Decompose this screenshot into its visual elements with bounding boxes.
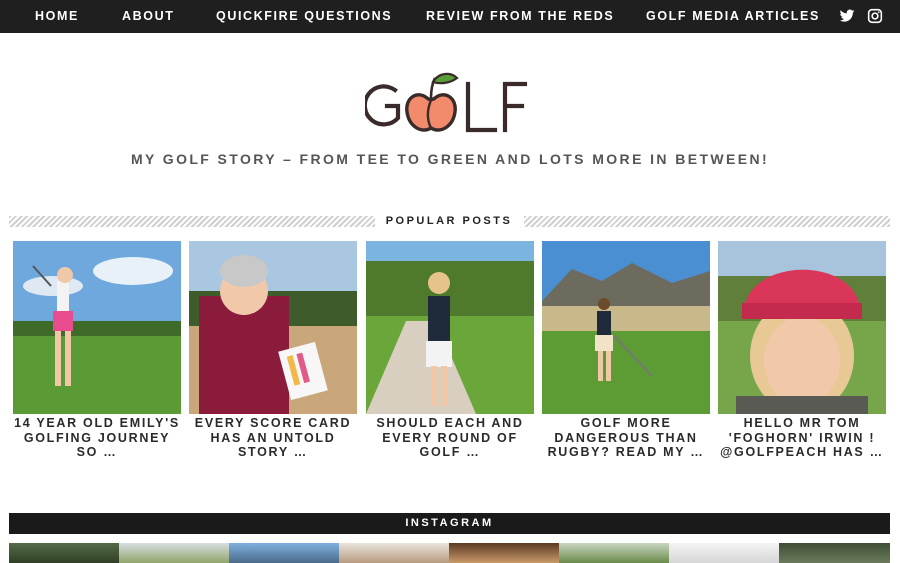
- instagram-heading: INSTAGRAM: [9, 513, 890, 534]
- post-title[interactable]: EVERY SCORE CARD HAS AN UNTOLD STORY …: [189, 416, 357, 460]
- nav-home[interactable]: HOME: [35, 0, 79, 33]
- popular-post-card[interactable]: SHOULD EACH AND EVERY ROUND OF GOLF …: [366, 241, 534, 460]
- post-thumbnail-score-card[interactable]: [189, 241, 357, 414]
- popular-posts-heading: POPULAR POSTS: [385, 215, 513, 227]
- top-navigation: HOME ABOUT QUICKFIRE QUESTIONS REVIEW FR…: [0, 0, 900, 33]
- instagram-photo[interactable]: [9, 543, 119, 563]
- instagram-photo[interactable]: [779, 543, 890, 563]
- nav-golf-media-articles[interactable]: GOLF MEDIA ARTICLES: [646, 0, 820, 33]
- instagram-icon[interactable]: [867, 8, 883, 24]
- post-title[interactable]: SHOULD EACH AND EVERY ROUND OF GOLF …: [366, 416, 534, 460]
- instagram-photo[interactable]: [229, 543, 339, 563]
- golf-peach-logo[interactable]: [365, 70, 535, 138]
- site-tagline: MY GOLF STORY – FROM TEE TO GREEN AND LO…: [130, 151, 770, 167]
- divider-stripe-right: [524, 216, 890, 227]
- post-thumbnail-red-beanie-selfie[interactable]: [718, 241, 886, 414]
- popular-post-card[interactable]: 14 YEAR OLD EMILY'S GOLFING JOURNEY SO …: [13, 241, 181, 460]
- instagram-photo[interactable]: [449, 543, 559, 563]
- instagram-photo[interactable]: [669, 543, 779, 563]
- post-title[interactable]: GOLF MORE DANGEROUS THAN RUGBY? READ MY …: [542, 416, 710, 460]
- instagram-photo[interactable]: [339, 543, 449, 563]
- popular-post-card[interactable]: GOLF MORE DANGEROUS THAN RUGBY? READ MY …: [542, 241, 710, 460]
- post-thumbnail-mountain-course[interactable]: [542, 241, 710, 414]
- post-title[interactable]: HELLO MR TOM 'FOGHORN' IRWIN ! @GOLFPEAC…: [718, 416, 886, 460]
- post-thumbnail-golf-path[interactable]: [366, 241, 534, 414]
- twitter-icon[interactable]: [839, 8, 855, 24]
- nav-review-from-the-reds[interactable]: REVIEW FROM THE REDS: [426, 0, 614, 33]
- popular-post-card[interactable]: EVERY SCORE CARD HAS AN UNTOLD STORY …: [189, 241, 357, 460]
- nav-quickfire-questions[interactable]: QUICKFIRE QUESTIONS: [216, 0, 392, 33]
- nav-about[interactable]: ABOUT: [122, 0, 174, 33]
- post-thumbnail-girl-swinging[interactable]: [13, 241, 181, 414]
- instagram-photo[interactable]: [119, 543, 229, 563]
- instagram-photo[interactable]: [559, 543, 669, 563]
- popular-post-card[interactable]: HELLO MR TOM 'FOGHORN' IRWIN ! @GOLFPEAC…: [718, 241, 886, 460]
- divider-stripe-left: [9, 216, 375, 227]
- post-title[interactable]: 14 YEAR OLD EMILY'S GOLFING JOURNEY SO …: [13, 416, 181, 460]
